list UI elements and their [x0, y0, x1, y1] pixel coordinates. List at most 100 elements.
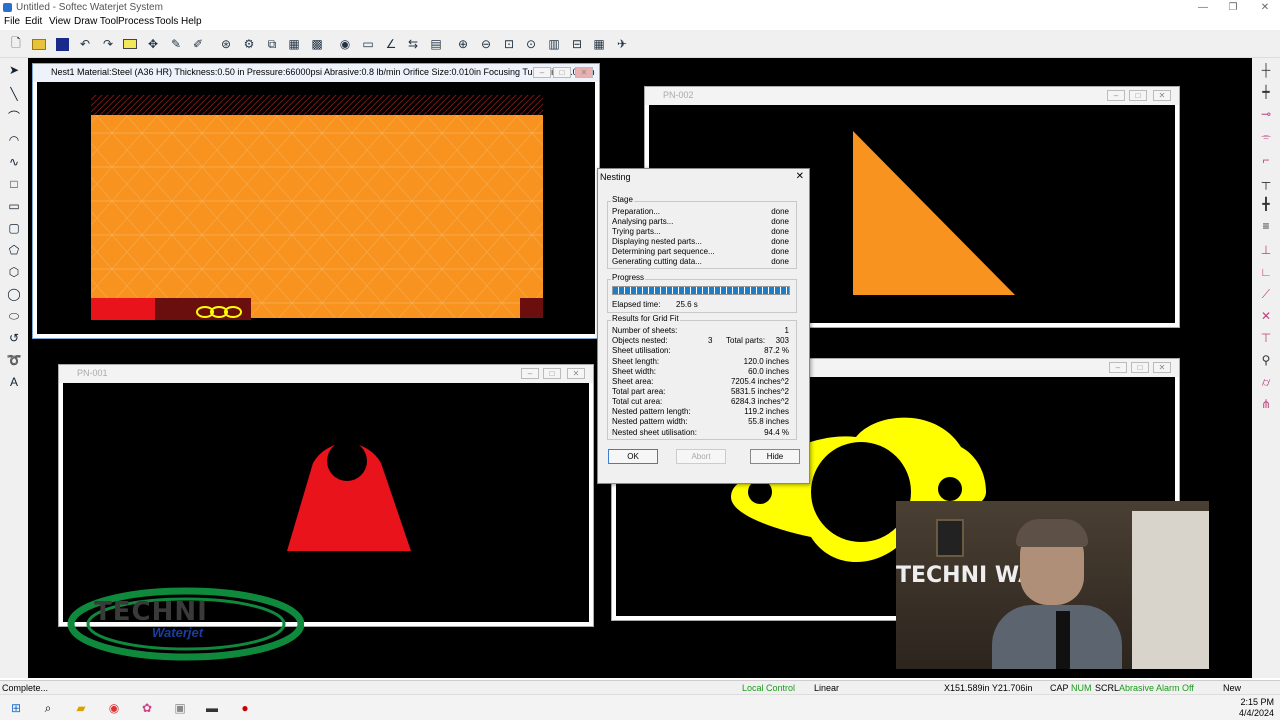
zoom-window-icon[interactable]: ⊡	[499, 34, 519, 54]
spiral-icon[interactable]: ➰	[4, 350, 24, 370]
snap-end-icon[interactable]: ┿	[1256, 82, 1276, 102]
waterjet-icon[interactable]: ✈	[612, 34, 632, 54]
hide-button[interactable]: Hide	[750, 449, 800, 464]
wheel-icon[interactable]: ⊛	[216, 34, 236, 54]
chrome-icon[interactable]: ◉	[105, 699, 123, 717]
grid-icon[interactable]: ▦	[589, 34, 609, 54]
snap-tangent-icon[interactable]: ⌐	[1256, 150, 1276, 170]
snap-center-icon[interactable]: ⌯	[1256, 126, 1276, 146]
zoom-in-icon[interactable]: ⊕	[453, 34, 473, 54]
fillet-icon[interactable]: ∟	[1256, 262, 1276, 282]
table-icon[interactable]: ▤	[426, 34, 446, 54]
nest-icon[interactable]: ▦	[284, 34, 304, 54]
cursor-coordinates: X151.589in Y21.706in	[944, 683, 1033, 693]
app-icon-3[interactable]: ▬	[203, 699, 221, 717]
abort-button[interactable]: Abort	[676, 449, 726, 464]
bracket-hole	[327, 441, 367, 481]
pn002-maximize-icon[interactable]: □	[1129, 90, 1147, 101]
arc-icon[interactable]: ⌒	[4, 106, 24, 126]
rounded-rect-icon[interactable]: ▢	[4, 218, 24, 238]
menu-edit[interactable]: Edit	[25, 16, 42, 27]
app-icon-1[interactable]: ✿	[138, 699, 156, 717]
save-icon[interactable]	[52, 34, 72, 54]
redo-icon[interactable]: ↷	[98, 34, 118, 54]
arrows-icon[interactable]: ⇆	[403, 34, 423, 54]
pn001-maximize-icon[interactable]: □	[543, 368, 561, 379]
mirror-icon[interactable]: ⌭	[1256, 372, 1276, 392]
zoom-out-icon[interactable]: ⊖	[476, 34, 496, 54]
polygon-icon[interactable]: ⬡	[4, 262, 24, 282]
pen-icon[interactable]: ✎	[166, 34, 186, 54]
snap-intersect-icon[interactable]: ╋	[1256, 194, 1276, 214]
scroll-lock-indicator: SCRL	[1095, 683, 1120, 693]
menu-file[interactable]: File	[4, 16, 20, 27]
nest1-window[interactable]: Nest1 Material:Steel (A36 HR) Thickness:…	[32, 63, 600, 339]
line-icon[interactable]: ╲	[4, 84, 24, 104]
menu-process[interactable]: Process	[118, 16, 154, 27]
pn001-close-icon[interactable]: ✕	[567, 368, 585, 379]
calculator-icon[interactable]: ▥	[544, 34, 564, 54]
text-icon[interactable]: A	[4, 372, 24, 392]
flange-minimize-icon[interactable]: –	[1109, 362, 1127, 373]
measure-icon[interactable]: ⊟	[567, 34, 587, 54]
menu-view[interactable]: View	[49, 16, 71, 27]
ruler-icon[interactable]: ▭	[358, 34, 378, 54]
spline-icon[interactable]: ↺	[4, 328, 24, 348]
select-rectangle-icon[interactable]	[120, 34, 140, 54]
ok-button[interactable]: OK	[608, 449, 658, 464]
menu-help[interactable]: Help	[181, 16, 202, 27]
snap-mid-icon[interactable]: ⊸	[1256, 104, 1276, 124]
ellipse-icon[interactable]: ⬭	[4, 306, 24, 326]
windows-start-icon[interactable]: ⊞	[7, 699, 25, 717]
zoom-fit-icon[interactable]: ⊙	[521, 34, 541, 54]
open-folder-icon[interactable]	[29, 34, 49, 54]
pick-icon[interactable]: ✐	[188, 34, 208, 54]
extend-icon[interactable]: ⊤	[1256, 328, 1276, 348]
circle-icon[interactable]: ◯	[4, 284, 24, 304]
slot-icon[interactable]: ▭	[4, 196, 24, 216]
snap-icon[interactable]: ┼	[1256, 60, 1276, 80]
pointer-icon[interactable]: ➤	[4, 60, 24, 80]
flange-close-icon[interactable]: ✕	[1153, 362, 1171, 373]
simulate-icon[interactable]: ◉	[335, 34, 355, 54]
curve-icon[interactable]: ∿	[4, 152, 24, 172]
angle-icon[interactable]: ∠	[381, 34, 401, 54]
break-icon[interactable]: ✕	[1256, 306, 1276, 326]
circle-arc-icon[interactable]: ◠	[4, 130, 24, 150]
nest1-viewport[interactable]	[37, 82, 595, 334]
snap-grid-icon[interactable]: ≡	[1256, 216, 1276, 236]
pn002-minimize-icon[interactable]: –	[1107, 90, 1125, 101]
softec-taskbar-icon[interactable]: ●	[236, 699, 254, 717]
clock-time: 2:15 PM	[1240, 697, 1274, 707]
menu-tools[interactable]: Tools	[155, 16, 178, 27]
logo-text-techni: TECHNI	[94, 597, 208, 627]
rectangle-icon[interactable]: □	[4, 174, 24, 194]
nest1-minimize-icon[interactable]: –	[533, 67, 551, 78]
search-icon[interactable]: ⌕	[39, 699, 57, 717]
app-icon-2[interactable]: ▣	[171, 699, 189, 717]
chamfer-icon[interactable]: ⟋	[1256, 284, 1276, 304]
gear-icon[interactable]: ⚙	[239, 34, 259, 54]
restore-icon[interactable]: ❐	[1218, 0, 1248, 15]
snap-perp-icon[interactable]: ┬	[1256, 172, 1276, 192]
layers-icon[interactable]: ⧉	[262, 34, 282, 54]
minimize-icon[interactable]: —	[1188, 0, 1218, 15]
rotate-icon[interactable]: ⚲	[1256, 350, 1276, 370]
file-explorer-icon[interactable]: ▰	[72, 699, 90, 717]
pn001-minimize-icon[interactable]: –	[521, 368, 539, 379]
menu-draw-tool[interactable]: Draw Tool	[74, 16, 118, 27]
flange-maximize-icon[interactable]: □	[1131, 362, 1149, 373]
undo-icon[interactable]: ↶	[75, 34, 95, 54]
trim-icon[interactable]: ⊥	[1256, 240, 1276, 260]
chamfer-rect-icon[interactable]: ⬠	[4, 240, 24, 260]
close-icon[interactable]: ✕	[1250, 0, 1280, 15]
progress-bar-fill	[613, 287, 789, 294]
grid-nest-icon[interactable]: ▩	[307, 34, 327, 54]
dialog-close-icon[interactable]: ✕	[796, 171, 804, 182]
offset-icon[interactable]: ⋔	[1256, 394, 1276, 414]
new-file-icon[interactable]: 🗋	[6, 34, 26, 54]
nest1-maximize-icon[interactable]: □	[553, 67, 571, 78]
pn002-close-icon[interactable]: ✕	[1153, 90, 1171, 101]
nest1-close-icon[interactable]: ✕	[575, 67, 593, 78]
move-icon[interactable]: ✥	[143, 34, 163, 54]
